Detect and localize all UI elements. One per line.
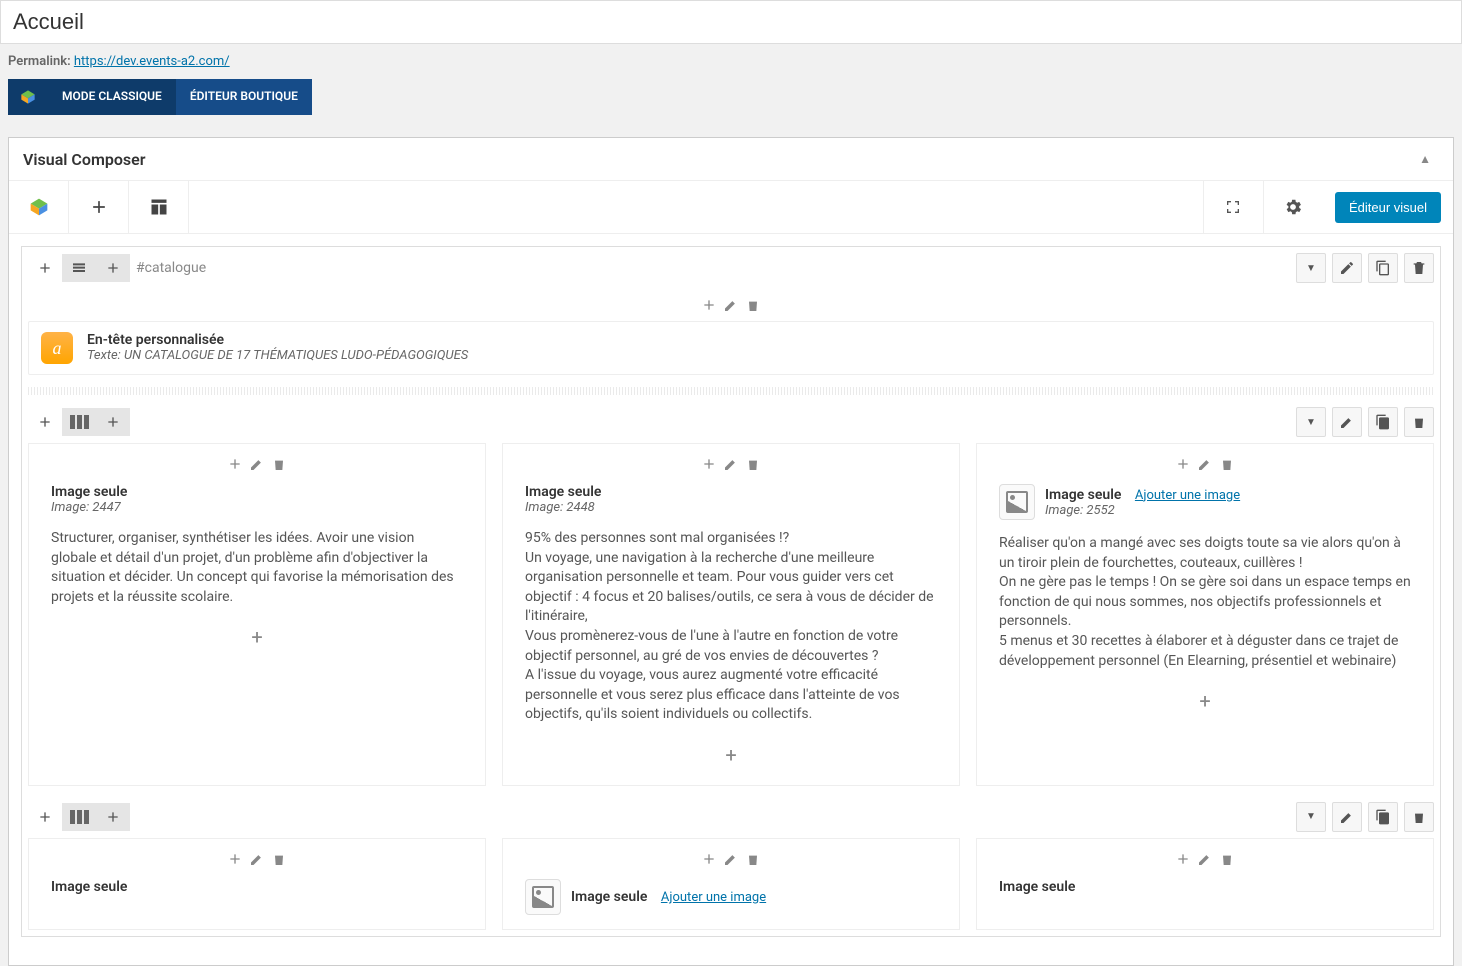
image-element[interactable]: Image seule Ajouter une image	[503, 875, 959, 919]
row-id-tag: #catalogue	[136, 260, 206, 276]
permalink-url[interactable]: https://dev.events-a2.com/	[74, 54, 230, 69]
column-2: Image seule Image: 2448 95% des personne…	[502, 443, 960, 786]
inner-row2-options-dropdown[interactable]: ▼	[1296, 802, 1326, 832]
post-title-input[interactable]	[0, 0, 1462, 44]
col-delete-icon[interactable]	[1217, 849, 1237, 869]
row-clone-button[interactable]	[1368, 253, 1398, 283]
text-block[interactable]: 95% des personnes sont mal organisées !?…	[503, 519, 959, 735]
settings-button[interactable]	[1263, 181, 1323, 233]
visual-editor-button[interactable]: Éditeur visuel	[1335, 192, 1441, 223]
templates-button[interactable]	[129, 181, 189, 233]
element-title: Image seule	[571, 889, 647, 905]
col-delete-icon[interactable]	[743, 454, 763, 474]
column-1: Image seule	[28, 838, 486, 930]
column-3: Image seule Ajouter une image Image: 255…	[976, 443, 1434, 786]
col-delete-icon[interactable]	[743, 849, 763, 869]
add-image-link[interactable]: Ajouter une image	[661, 890, 766, 905]
element-title: Image seule	[525, 484, 937, 500]
element-subtitle: Image: 2447	[51, 500, 463, 515]
inner-row2-edit-button[interactable]	[1332, 802, 1362, 832]
divider	[28, 387, 1434, 395]
inner-row2-add-before-button[interactable]	[28, 803, 62, 831]
column-add-icon[interactable]	[699, 295, 719, 315]
image-element[interactable]: Image seule	[977, 875, 1433, 899]
column-3: Image seule	[976, 838, 1434, 930]
column-1: Image seule Image: 2447 Structurer, orga…	[28, 443, 486, 786]
inner-row-edit-button[interactable]	[1332, 407, 1362, 437]
col-edit-icon[interactable]	[721, 454, 741, 474]
custom-header-element[interactable]: a En-tête personnalisée Texte: UN CATALO…	[28, 321, 1434, 375]
permalink-label: Permalink:	[8, 54, 71, 69]
col-delete-icon[interactable]	[1217, 454, 1237, 474]
fullscreen-button[interactable]	[1203, 181, 1263, 233]
row-delete-button[interactable]	[1404, 253, 1434, 283]
panel-collapse-icon[interactable]: ▲	[1411, 148, 1439, 170]
row-options-dropdown[interactable]: ▼	[1296, 253, 1326, 283]
tab-mode-classic[interactable]: MODE CLASSIQUE	[48, 79, 176, 115]
inner-row-delete-button[interactable]	[1404, 407, 1434, 437]
element-title: Image seule	[1045, 487, 1121, 503]
inner-row2-delete-button[interactable]	[1404, 802, 1434, 832]
text-block[interactable]: Réaliser qu'on a mangé avec ses doigts t…	[977, 524, 1433, 681]
col-add-icon[interactable]	[699, 454, 719, 474]
inner-row2-clone-button[interactable]	[1368, 802, 1398, 832]
element-title: Image seule	[51, 484, 463, 500]
inner-row-add-before-button[interactable]	[28, 408, 62, 436]
col-add-icon[interactable]	[225, 454, 245, 474]
mode-tabs: MODE CLASSIQUE ÉDITEUR BOUTIQUE	[8, 79, 312, 115]
inner-row-options-dropdown[interactable]: ▼	[1296, 407, 1326, 437]
col-delete-icon[interactable]	[269, 454, 289, 474]
image-element[interactable]: Image seule Ajouter une image Image: 255…	[977, 480, 1433, 524]
col-add-icon[interactable]	[1173, 849, 1193, 869]
tab-editor-boutique[interactable]: ÉDITEUR BOUTIQUE	[176, 79, 312, 115]
text-block[interactable]: Structurer, organiser, synthétiser les i…	[29, 519, 485, 617]
element-subtitle: Image: 2552	[1045, 503, 1240, 518]
header-type-icon: a	[41, 332, 73, 364]
col-add-icon[interactable]	[225, 849, 245, 869]
add-element-button[interactable]	[69, 181, 129, 233]
element-subtitle: Image: 2448	[525, 500, 937, 515]
col-edit-icon[interactable]	[1195, 454, 1215, 474]
element-title: Image seule	[999, 879, 1411, 895]
header-element-title: En-tête personnalisée	[87, 332, 468, 348]
column-delete-icon[interactable]	[743, 295, 763, 315]
image-element[interactable]: Image seule	[29, 875, 485, 899]
inner-row-layout-button[interactable]	[62, 408, 96, 436]
col-delete-icon[interactable]	[269, 849, 289, 869]
image-element[interactable]: Image seule Image: 2447	[29, 480, 485, 519]
col-edit-icon[interactable]	[247, 454, 267, 474]
element-title: Image seule	[51, 879, 463, 895]
col-add-icon[interactable]	[699, 849, 719, 869]
add-element-icon[interactable]: +	[1199, 689, 1210, 713]
image-placeholder-icon	[999, 484, 1035, 520]
inner-row2-add-column-button[interactable]	[96, 803, 130, 831]
col-edit-icon[interactable]	[721, 849, 741, 869]
row-add-before-button[interactable]	[28, 254, 62, 282]
col-edit-icon[interactable]	[247, 849, 267, 869]
row-edit-button[interactable]	[1332, 253, 1362, 283]
section-catalogue: #catalogue ▼ a En-tête personnalisée	[21, 246, 1441, 937]
image-placeholder-icon	[525, 879, 561, 915]
column-2: Image seule Ajouter une image	[502, 838, 960, 930]
col-edit-icon[interactable]	[1195, 849, 1215, 869]
visual-composer-panel: Visual Composer ▲ Éditeur visuel	[8, 137, 1454, 966]
row-layout-button[interactable]	[62, 254, 96, 282]
image-element[interactable]: Image seule Image: 2448	[503, 480, 959, 519]
add-image-link[interactable]: Ajouter une image	[1135, 488, 1240, 503]
add-element-icon[interactable]: +	[725, 743, 736, 767]
inner-row2-layout-button[interactable]	[62, 803, 96, 831]
vc-toolbar: Éditeur visuel	[9, 181, 1453, 234]
vc-brand-icon[interactable]	[9, 181, 69, 233]
inner-row-add-column-button[interactable]	[96, 408, 130, 436]
vc-logo-icon[interactable]	[8, 79, 48, 115]
header-element-subtitle: Texte: UN CATALOGUE DE 17 THÉMATIQUES LU…	[87, 348, 468, 363]
panel-title: Visual Composer	[23, 150, 146, 169]
add-element-icon[interactable]: +	[251, 625, 262, 649]
row-add-column-button[interactable]	[96, 254, 130, 282]
column-edit-icon[interactable]	[721, 295, 741, 315]
inner-row-clone-button[interactable]	[1368, 407, 1398, 437]
col-add-icon[interactable]	[1173, 454, 1193, 474]
permalink-row: Permalink: https://dev.events-a2.com/	[0, 44, 1462, 79]
